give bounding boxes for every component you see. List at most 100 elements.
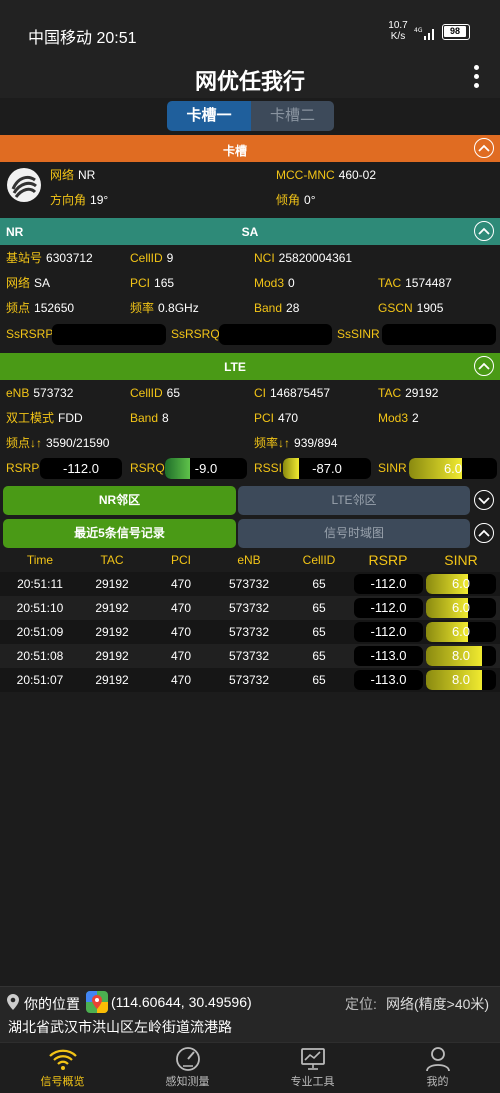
lte-sinr-value: 6.0 [443, 461, 463, 476]
cell-sinr: 8.0 [426, 646, 496, 666]
nav-signal-overview[interactable]: 信号概览 [0, 1043, 125, 1093]
cell-sinr: 6.0 [426, 574, 496, 594]
cell-tac: 29192 [95, 577, 129, 591]
status-bar: 中国移动 20:51 10.7 K/s 4G 98 [0, 0, 500, 60]
chevron-up-icon[interactable] [474, 523, 494, 543]
location-mode-label: 定位: [345, 996, 377, 1012]
lte-duplex: 双工模式 FDD [6, 411, 83, 425]
cell-enb: 573732 [228, 577, 270, 591]
table-row: 20:51:11 29192 470 573732 65 -112.0 6.0 [0, 572, 500, 596]
lte-rsrp-bar: -112.0 [40, 458, 122, 479]
lte-rssi-label: RSSI [254, 461, 283, 475]
nr-pci: PCI 165 [130, 276, 175, 290]
tab-signal-timeline[interactable]: 信号时域图 [238, 519, 470, 548]
carrier-time: 中国移动 20:51 [28, 30, 137, 47]
cell-pci: 470 [170, 601, 192, 615]
nr-row-3: 频点 152650 频率 0.8GHz Band 28 GSCN 1905 [0, 296, 500, 321]
nr-row-4: SsRSRP SsRSRQ SsSINR [0, 322, 500, 347]
nav-pro-tools[interactable]: 专业工具 [250, 1043, 375, 1093]
cell-rsrp: -113.0 [354, 670, 423, 690]
cell-time: 20:51:11 [17, 577, 63, 591]
nr-nci: NCI 25820004361 [254, 251, 353, 265]
svg-text:4G: 4G [414, 27, 423, 34]
location-panel: 你的位置 (114.60644, 30.49596) 定位: 网络(精度>40米… [0, 986, 500, 1042]
nr-base-station: 基站号 6303712 [6, 251, 93, 265]
table-row: 20:51:09 29192 470 573732 65 -112.0 6.0 [0, 620, 500, 644]
card-info-row-2: 方向角 19° 倾角 0° [0, 188, 500, 213]
nav-perception-test[interactable]: 感知测量 [125, 1043, 250, 1093]
nav-label: 专业工具 [290, 1076, 335, 1088]
lte-ci: CI 146875457 [254, 386, 331, 400]
cell-cellid: 65 [312, 577, 326, 591]
card-section-header[interactable]: 卡槽 [0, 135, 500, 162]
cell-pci: 470 [170, 649, 192, 663]
signal-strength-icon: 4G [414, 25, 438, 46]
lte-rsrq-value: -9.0 [194, 461, 218, 476]
chevron-down-icon[interactable] [474, 490, 494, 510]
tab-slot-1[interactable]: 卡槽一 [167, 101, 251, 131]
cell-rsrp: -112.0 [354, 598, 423, 618]
more-menu-icon[interactable] [472, 65, 480, 91]
cell-cellid: 65 [312, 649, 326, 663]
lte-freq-point: 频点↓↑ 3590/21590 [6, 436, 110, 450]
chevron-up-icon[interactable] [474, 138, 494, 158]
col-sinr: SINR [444, 552, 478, 568]
nr-row-2: 网络 SA PCI 165 Mod3 0 TAC 1574487 [0, 271, 500, 296]
lte-mod3: Mod3 2 [378, 411, 419, 425]
lte-row-1: eNB 573732 CellID 65 CI 146875457 TAC 29192 [0, 381, 500, 406]
cell-pci: 470 [170, 625, 192, 639]
nr-ssrsrp-label: SsRSRP [6, 327, 54, 341]
tab-nr-neighbor[interactable]: NR邻区 [3, 486, 236, 515]
lte-header-label: LTE [224, 360, 246, 374]
lte-rsrq-label: RSRQ [130, 461, 165, 475]
app-bar: 网优任我行 [0, 60, 500, 98]
table-row: 20:51:10 29192 470 573732 65 -112.0 6.0 [0, 596, 500, 620]
nr-gscn: GSCN 1905 [378, 301, 444, 315]
lte-band: Band 8 [130, 411, 169, 425]
nr-ssrsrq-label: SsRSRQ [171, 327, 220, 341]
table-row: 20:51:07 29192 470 573732 65 -113.0 8.0 [0, 668, 500, 692]
nr-row-1: 基站号 6303712 CellID 9 NCI 25820004361 [0, 246, 500, 271]
cell-tac: 29192 [95, 625, 129, 639]
nav-label: 感知测量 [165, 1076, 210, 1088]
cell-tac: 29192 [95, 673, 129, 687]
mcc-mnc: MCC-MNC 460-02 [276, 168, 377, 182]
lte-rsrq-bar: -9.0 [165, 458, 247, 479]
lte-frequency: 频率↓↑ 939/894 [254, 436, 338, 450]
nav-mine[interactable]: 我的 [375, 1043, 500, 1093]
chevron-up-icon[interactable] [474, 221, 494, 241]
record-tabs: 最近5条信号记录 信号时域图 [0, 518, 500, 550]
lte-cellid: CellID 65 [130, 386, 181, 400]
chevron-up-icon[interactable] [474, 356, 494, 376]
location-pin-icon [7, 994, 19, 1015]
location-address: 湖北省武汉市洪山区左岭街道流港路 [8, 1019, 232, 1035]
cell-rsrp: -112.0 [354, 574, 423, 594]
location-mode-value: 网络(精度>40米) [386, 996, 490, 1012]
lte-rsrp-label: RSRP [6, 461, 40, 475]
nr-section-header[interactable]: NR SA [0, 218, 500, 245]
nr-freq-point: 频点 152650 [6, 301, 75, 315]
cell-time: 20:51:08 [16, 649, 64, 663]
cell-rsrp: -113.0 [354, 646, 423, 666]
card-info-row-1: 网络 NR MCC-MNC 460-02 [0, 163, 500, 188]
nav-label: 我的 [426, 1076, 449, 1088]
lte-pci: PCI 470 [254, 411, 299, 425]
tab-slot-2[interactable]: 卡槽二 [251, 101, 334, 131]
nr-band: Band 28 [254, 301, 300, 315]
col-enb: eNB [237, 553, 261, 567]
lte-rssi-value: -87.0 [312, 461, 342, 476]
lte-rsrp-value: -112.0 [63, 461, 99, 476]
lte-sinr-label: SINR [378, 461, 407, 475]
tab-lte-neighbor[interactable]: LTE邻区 [238, 486, 470, 515]
col-cellid: CellID [302, 553, 336, 567]
tab-recent-records[interactable]: 最近5条信号记录 [3, 519, 236, 548]
nr-sssinr-label: SsSINR [337, 327, 380, 341]
lte-rssi-bar: -87.0 [283, 458, 371, 479]
cell-sinr: 6.0 [426, 622, 496, 642]
cell-enb: 573732 [228, 649, 270, 663]
battery-icon: 98 [442, 24, 470, 40]
lte-section-header[interactable]: LTE [0, 353, 500, 380]
nr-cellid: CellID 9 [130, 251, 174, 265]
lte-enb: eNB 573732 [6, 386, 74, 400]
cell-pci: 470 [170, 673, 192, 687]
